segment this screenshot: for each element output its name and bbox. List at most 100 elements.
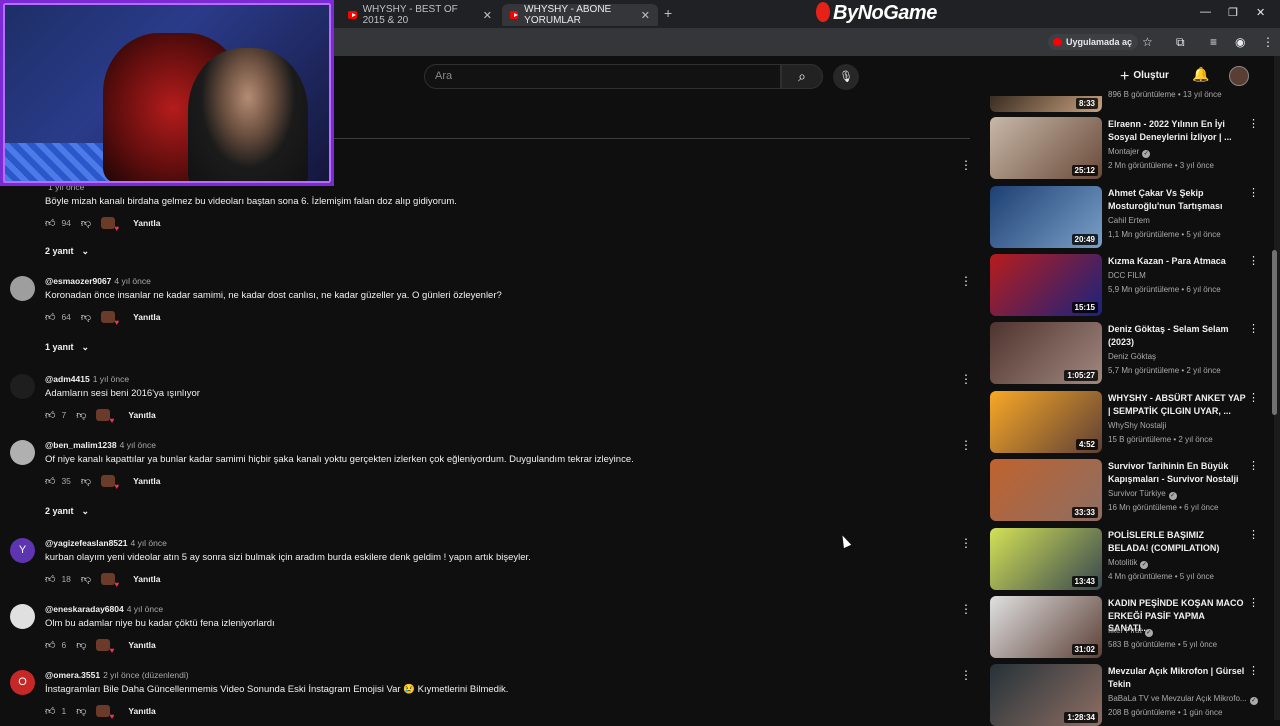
comment-author[interactable]: @esmaozer9067 4 yıl önce bbox=[45, 276, 151, 286]
like-icon[interactable]: 👍︎ bbox=[45, 475, 55, 487]
video-more-icon[interactable]: ⋮ bbox=[1248, 528, 1259, 541]
dislike-icon[interactable]: 👎︎ bbox=[81, 573, 91, 585]
like-icon[interactable]: 👍︎ bbox=[45, 705, 55, 717]
video-title[interactable]: Ahmet Çakar Vs Şekip Mosturoğlu'nun Tart… bbox=[1108, 187, 1246, 212]
channel-name[interactable]: Motolitik ✓ bbox=[1108, 558, 1149, 569]
avatar[interactable]: O bbox=[10, 670, 35, 695]
reply-button[interactable]: Yanıtla bbox=[133, 218, 160, 228]
video-more-icon[interactable]: ⋮ bbox=[1248, 186, 1259, 199]
comment-more-icon[interactable]: ⋮ bbox=[960, 602, 972, 616]
comment-author[interactable]: @ben_malim1238 4 yıl önce bbox=[45, 440, 156, 450]
minimize-button[interactable]: — bbox=[1200, 6, 1211, 18]
video-title[interactable]: Deniz Göktaş - Selam Selam (2023) bbox=[1108, 323, 1246, 348]
reply-button[interactable]: Yanıtla bbox=[133, 312, 160, 322]
close-window-button[interactable]: ✕ bbox=[1256, 6, 1265, 19]
extensions-icon[interactable]: ⧉ bbox=[1176, 35, 1185, 50]
like-icon[interactable]: 👍︎ bbox=[45, 217, 55, 229]
avatar[interactable] bbox=[10, 374, 35, 399]
channel-name[interactable]: Survivor Türkiye ✓ bbox=[1108, 489, 1177, 500]
video-thumbnail[interactable]: 33:33 bbox=[990, 459, 1102, 521]
like-icon[interactable]: 👍︎ bbox=[45, 573, 55, 585]
browser-menu-icon[interactable]: ⋮ bbox=[1262, 35, 1274, 49]
like-icon[interactable]: 👍︎ bbox=[45, 409, 55, 421]
comment-author[interactable]: @omera.3551 2 yıl önce (düzenlendi) bbox=[45, 670, 189, 680]
video-thumbnail[interactable]: 1:28:34 bbox=[990, 664, 1102, 726]
browser-tab-active[interactable]: WHYSHY - ABONE YORUMLAR ✕ bbox=[502, 4, 658, 26]
video-thumbnail[interactable]: 31:02 bbox=[990, 596, 1102, 658]
search-button[interactable]: ⌕ bbox=[781, 64, 823, 89]
comment-more-icon[interactable]: ⋮ bbox=[960, 274, 972, 288]
reply-button[interactable]: Yanıtla bbox=[133, 574, 160, 584]
video-thumbnail[interactable]: 15:15 bbox=[990, 254, 1102, 316]
video-title[interactable]: Survivor Tarihinin En Büyük Kapışmaları … bbox=[1108, 460, 1246, 485]
comment-more-icon[interactable]: ⋮ bbox=[960, 158, 972, 172]
like-icon[interactable]: 👍︎ bbox=[45, 311, 55, 323]
avatar[interactable] bbox=[10, 440, 35, 465]
avatar[interactable] bbox=[10, 604, 35, 629]
channel-name[interactable]: İlker Fırat ✓ bbox=[1108, 626, 1153, 637]
maximize-button[interactable]: ❐ bbox=[1228, 6, 1238, 19]
channel-name[interactable]: DCC FILM bbox=[1108, 271, 1146, 280]
video-more-icon[interactable]: ⋮ bbox=[1248, 596, 1259, 609]
channel-name[interactable]: Deniz Göktaş bbox=[1108, 352, 1156, 361]
comment-author[interactable]: @yagizefeaslan8521 4 yıl önce bbox=[45, 538, 167, 548]
comment-more-icon[interactable]: ⋮ bbox=[960, 668, 972, 682]
reply-button[interactable]: Yanıtla bbox=[128, 706, 155, 716]
create-button[interactable]: + Oluştur bbox=[1120, 68, 1169, 86]
channel-name[interactable]: BaBaLa TV ve Mevzular Açık Mikrofo... ✓ bbox=[1108, 694, 1258, 705]
dislike-icon[interactable]: 👎︎ bbox=[81, 311, 91, 323]
voice-search-button[interactable]: 🎙 bbox=[833, 64, 859, 90]
bookmark-star-icon[interactable]: ☆ bbox=[1142, 35, 1153, 49]
close-tab-icon[interactable]: ✕ bbox=[483, 9, 492, 22]
open-in-app-button[interactable]: Uygulamada aç bbox=[1048, 34, 1139, 50]
scrollbar-thumb[interactable] bbox=[1272, 250, 1277, 415]
video-thumbnail[interactable]: 4:52 bbox=[990, 391, 1102, 453]
channel-name[interactable]: WhyShy Nostalji bbox=[1108, 421, 1166, 430]
comment-author[interactable]: @adm4415 1 yıl önce bbox=[45, 374, 129, 384]
comment-more-icon[interactable]: ⋮ bbox=[960, 372, 972, 386]
reply-button[interactable]: Yanıtla bbox=[133, 476, 160, 486]
video-title[interactable]: Kızma Kazan - Para Atmaca bbox=[1108, 255, 1246, 268]
reply-button[interactable]: Yanıtla bbox=[128, 410, 155, 420]
dislike-icon[interactable]: 👎︎ bbox=[76, 705, 86, 717]
comment-more-icon[interactable]: ⋮ bbox=[960, 438, 972, 452]
notifications-bell-icon[interactable]: 🔔 bbox=[1192, 66, 1209, 83]
comment-author[interactable]: @eneskaraday6804 4 yıl önce bbox=[45, 604, 163, 614]
video-more-icon[interactable]: ⋮ bbox=[1248, 322, 1259, 335]
video-title[interactable]: Elraenn - 2022 Yılının En İyi Sosyal Den… bbox=[1108, 118, 1246, 143]
avatar[interactable]: Y bbox=[10, 538, 35, 563]
dislike-icon[interactable]: 👎︎ bbox=[81, 217, 91, 229]
account-avatar[interactable] bbox=[1229, 66, 1249, 86]
new-tab-button[interactable]: + bbox=[664, 5, 672, 21]
video-title[interactable]: WHYSHY - ABSÜRT ANKET YAP | SEMPATİK ÇIL… bbox=[1108, 392, 1246, 417]
video-more-icon[interactable]: ⋮ bbox=[1248, 459, 1259, 472]
dislike-icon[interactable]: 👎︎ bbox=[76, 639, 86, 651]
video-thumbnail[interactable]: 8:33 bbox=[990, 96, 1102, 112]
video-more-icon[interactable]: ⋮ bbox=[1248, 117, 1259, 130]
dislike-icon[interactable]: 👎︎ bbox=[81, 475, 91, 487]
view-replies-button[interactable]: 1 yanıt ⌄ bbox=[45, 342, 89, 353]
dislike-icon[interactable]: 👎︎ bbox=[76, 409, 86, 421]
video-thumbnail[interactable]: 25:12 bbox=[990, 117, 1102, 179]
search-input[interactable]: Ara bbox=[424, 64, 781, 89]
video-thumbnail[interactable]: 1:05:27 bbox=[990, 322, 1102, 384]
channel-name[interactable]: Cahil Ertem bbox=[1108, 216, 1150, 225]
video-title[interactable]: POLİSLERLE BAŞIMIZ BELADA! (COMPILATION) bbox=[1108, 529, 1246, 554]
video-thumbnail[interactable]: 20:49 bbox=[990, 186, 1102, 248]
channel-name[interactable]: Montajer ✓ bbox=[1108, 147, 1151, 158]
close-tab-icon[interactable]: ✕ bbox=[641, 9, 650, 22]
video-more-icon[interactable]: ⋮ bbox=[1248, 391, 1259, 404]
video-more-icon[interactable]: ⋮ bbox=[1248, 664, 1259, 677]
video-thumbnail[interactable]: 13:43 bbox=[990, 528, 1102, 590]
media-controls-icon[interactable]: ≡ bbox=[1210, 35, 1217, 49]
browser-tab[interactable]: WHYSHY - BEST OF 2015 & 20 ✕ bbox=[340, 4, 500, 26]
comment-more-icon[interactable]: ⋮ bbox=[960, 536, 972, 550]
view-replies-button[interactable]: 2 yanıt ⌄ bbox=[45, 506, 89, 517]
video-title[interactable]: Mevzular Açık Mikrofon | Gürsel Tekin bbox=[1108, 665, 1246, 690]
video-more-icon[interactable]: ⋮ bbox=[1248, 254, 1259, 267]
reply-button[interactable]: Yanıtla bbox=[128, 640, 155, 650]
like-icon[interactable]: 👍︎ bbox=[45, 639, 55, 651]
view-replies-button[interactable]: 2 yanıt ⌄ bbox=[45, 246, 89, 257]
profile-icon[interactable]: ◉ bbox=[1235, 35, 1245, 49]
avatar[interactable] bbox=[10, 276, 35, 301]
